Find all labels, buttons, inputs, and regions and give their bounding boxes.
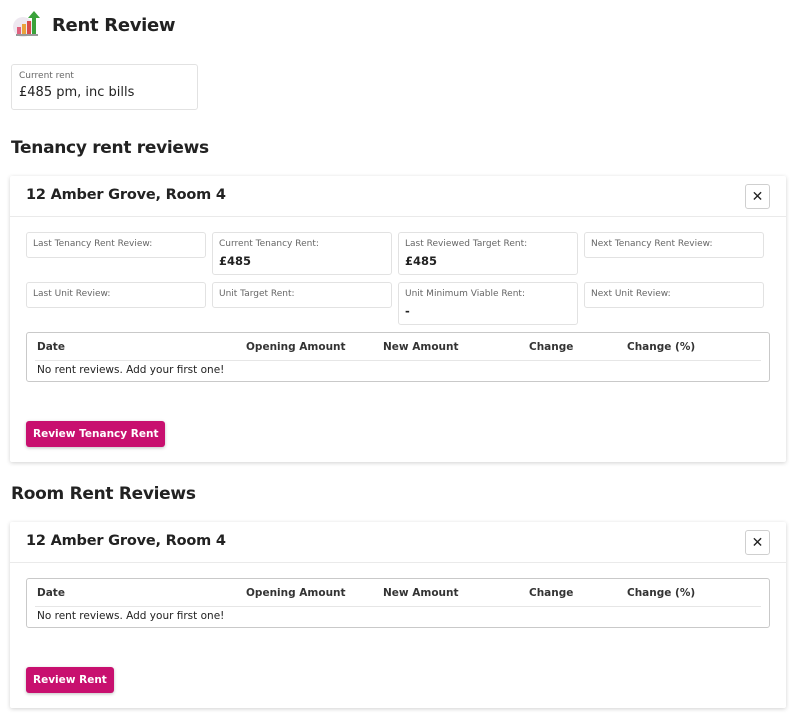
stat-value: £485 xyxy=(405,254,438,268)
column-opening-amount: Opening Amount xyxy=(246,341,346,353)
stat-label: Next Tenancy Rent Review: xyxy=(591,239,713,249)
empty-table-message: No rent reviews. Add your first one! xyxy=(37,610,225,622)
current-rent-label: Current rent xyxy=(19,71,74,81)
column-change-percent: Change (%) xyxy=(627,587,696,599)
page-title: Rent Review xyxy=(52,14,176,36)
column-date: Date xyxy=(37,587,65,599)
close-icon: ✕ xyxy=(751,534,764,551)
stat-last-tenancy-rent-review: Last Tenancy Rent Review: xyxy=(26,232,206,258)
card-header: 12 Amber Grove, Room 4 ✕ xyxy=(10,522,786,563)
column-change-percent: Change (%) xyxy=(627,341,696,353)
stat-value: £485 xyxy=(219,254,252,268)
stat-unit-target-rent: Unit Target Rent: xyxy=(212,282,392,308)
stat-label: Last Tenancy Rent Review: xyxy=(33,239,153,249)
review-rent-button[interactable]: Review Rent xyxy=(26,667,114,693)
current-rent-value: £485 pm, inc bills xyxy=(19,85,135,100)
card-title: 12 Amber Grove, Room 4 xyxy=(26,533,226,549)
stat-label: Unit Target Rent: xyxy=(219,289,295,299)
room-review-card: 12 Amber Grove, Room 4 ✕ Date Opening Am… xyxy=(10,522,786,708)
stat-last-unit-review: Last Unit Review: xyxy=(26,282,206,308)
tenancy-rent-reviews-heading: Tenancy rent reviews xyxy=(11,138,209,158)
stat-label: Next Unit Review: xyxy=(591,289,671,299)
card-header: 12 Amber Grove, Room 4 ✕ xyxy=(10,176,786,217)
stat-current-tenancy-rent: Current Tenancy Rent: £485 xyxy=(212,232,392,275)
stat-label: Unit Minimum Viable Rent: xyxy=(405,289,525,299)
tenancy-reviews-table: Date Opening Amount New Amount Change Ch… xyxy=(26,332,770,382)
stat-label: Last Unit Review: xyxy=(33,289,111,299)
column-new-amount: New Amount xyxy=(383,341,459,353)
stat-label: Last Reviewed Target Rent: xyxy=(405,239,528,249)
empty-table-message: No rent reviews. Add your first one! xyxy=(37,364,225,376)
stat-value: - xyxy=(405,304,410,318)
stat-unit-minimum-viable-rent: Unit Minimum Viable Rent: - xyxy=(398,282,578,325)
card-title: 12 Amber Grove, Room 4 xyxy=(26,187,226,203)
column-opening-amount: Opening Amount xyxy=(246,587,346,599)
column-new-amount: New Amount xyxy=(383,587,459,599)
table-header: Date Opening Amount New Amount Change Ch… xyxy=(35,333,761,361)
room-reviews-table: Date Opening Amount New Amount Change Ch… xyxy=(26,578,770,628)
room-rent-reviews-heading: Room Rent Reviews xyxy=(11,484,196,504)
stat-next-unit-review: Next Unit Review: xyxy=(584,282,764,308)
close-icon: ✕ xyxy=(751,188,764,205)
table-header: Date Opening Amount New Amount Change Ch… xyxy=(35,579,761,607)
column-change: Change xyxy=(529,587,574,599)
review-tenancy-rent-button[interactable]: Review Tenancy Rent xyxy=(26,421,166,447)
page-header: Rent Review xyxy=(12,10,176,40)
stat-next-tenancy-rent-review: Next Tenancy Rent Review: xyxy=(584,232,764,258)
close-button[interactable]: ✕ xyxy=(745,530,770,555)
rent-review-chart-icon xyxy=(13,11,40,37)
tenancy-review-card: 12 Amber Grove, Room 4 ✕ Last Tenancy Re… xyxy=(10,176,786,462)
current-rent-box: Current rent £485 pm, inc bills xyxy=(11,64,198,110)
close-button[interactable]: ✕ xyxy=(745,184,770,209)
column-change: Change xyxy=(529,341,574,353)
stat-last-reviewed-target-rent: Last Reviewed Target Rent: £485 xyxy=(398,232,578,275)
stat-label: Current Tenancy Rent: xyxy=(219,239,319,249)
column-date: Date xyxy=(37,341,65,353)
